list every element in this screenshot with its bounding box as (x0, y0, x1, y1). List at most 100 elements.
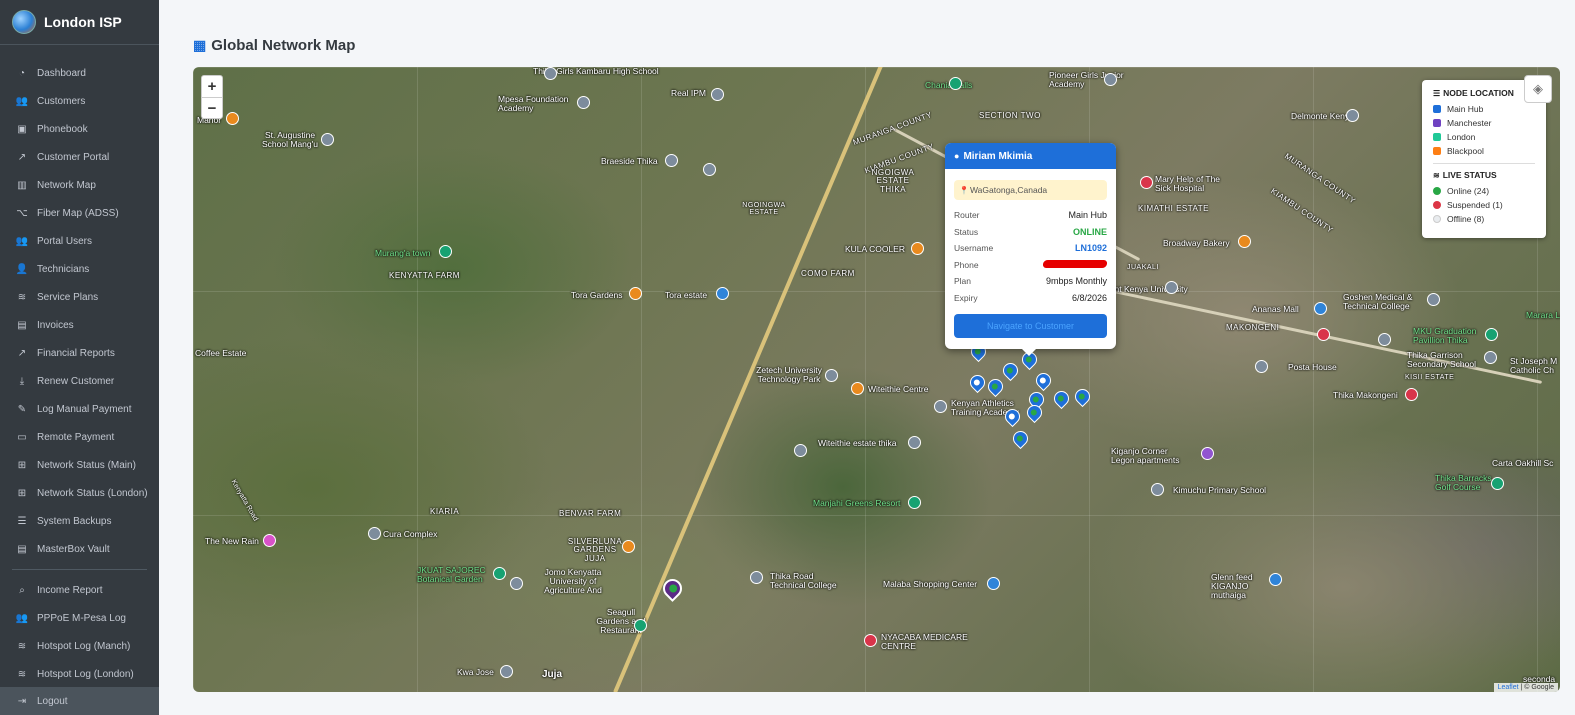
popup-row-plan: Plan 9mbps Monthly (954, 273, 1107, 290)
popup-row-value[interactable]: LN1092 (1075, 243, 1107, 253)
sidebar-item-fiber-map-adss[interactable]: ⌥ Fiber Map (ADSS) (0, 199, 159, 227)
park-poi-icon[interactable] (908, 496, 921, 509)
popup-row-label: Status (954, 226, 979, 237)
zoom-control: + − (201, 75, 223, 119)
school-poi-icon[interactable] (544, 67, 557, 80)
sidebar-item-financial-reports[interactable]: ↗ Financial Reports (0, 339, 159, 367)
layers-icon[interactable]: ◈ (1524, 75, 1552, 103)
map-label: Thika Garrison Secondary School (1407, 350, 1476, 369)
school-poi-icon[interactable] (1484, 351, 1497, 364)
popup-row-value: 6/8/2026 (1071, 292, 1107, 303)
hospital-poi-icon[interactable] (1405, 388, 1418, 401)
map-legend: ☰ NODE LOCATION Main Hub Manchester London… (1422, 80, 1546, 238)
legend-label: Main Hub (1447, 104, 1484, 114)
poi-marker-icon[interactable] (711, 88, 724, 101)
map-label: KISII ESTATE (1405, 374, 1455, 381)
sidebar-item-invoices[interactable]: ▤ Invoices (0, 311, 159, 339)
poi-marker-icon[interactable] (1255, 360, 1268, 373)
school-poi-icon[interactable] (1151, 483, 1164, 496)
attribution-text: | © Google (1520, 684, 1554, 691)
school-poi-icon[interactable] (321, 133, 334, 146)
chart-line-icon: ↗ (17, 347, 27, 359)
poi-marker-icon[interactable] (1427, 293, 1440, 306)
legend-item: Manchester (1433, 116, 1546, 130)
school-poi-icon[interactable] (703, 163, 716, 176)
school-poi-icon[interactable] (510, 577, 523, 590)
shop-poi-icon[interactable] (1314, 302, 1327, 315)
poi-marker-icon[interactable] (500, 665, 513, 678)
map-label: Posta House (1288, 362, 1337, 372)
sidebar-item-network-status-main[interactable]: ⊞ Network Status (Main) (0, 451, 159, 479)
sidebar-item-service-plans[interactable]: ≋ Service Plans (0, 283, 159, 311)
school-poi-icon[interactable] (1104, 73, 1117, 86)
restaurant-poi-icon[interactable] (226, 112, 239, 125)
school-poi-icon[interactable] (825, 369, 838, 382)
sidebar-item-label: Fiber Map (ADSS) (37, 207, 119, 219)
school-poi-icon[interactable] (665, 154, 678, 167)
restaurant-poi-icon[interactable] (634, 619, 647, 632)
sidebar-item-hotspot-log-manch[interactable]: ≋ Hotspot Log (Manch) (0, 632, 159, 660)
sidebar-item-hotspot-log-london[interactable]: ≋ Hotspot Log (London) (0, 660, 159, 688)
poi-marker-icon[interactable] (934, 400, 947, 413)
sidebar-item-label: Log Manual Payment (37, 403, 132, 415)
restaurant-poi-icon[interactable] (851, 382, 864, 395)
map-label: JKUAT SAJOREC Botanical Garden (417, 565, 486, 584)
sidebar-item-network-status-london[interactable]: ⊞ Network Status (London) (0, 479, 159, 507)
poi-marker-icon[interactable] (368, 527, 381, 540)
brand[interactable]: London ISP (0, 0, 159, 45)
sidebar-item-log-manual-payment[interactable]: ✎ Log Manual Payment (0, 395, 159, 423)
sidebar-item-pppoe-m-pesa-log[interactable]: 👥 PPPoE M-Pesa Log (0, 604, 159, 632)
restaurant-poi-icon[interactable] (911, 242, 924, 255)
poi-marker-icon[interactable] (577, 96, 590, 109)
zoom-in-button[interactable]: + (202, 76, 222, 97)
zoom-out-button[interactable]: − (202, 97, 222, 118)
search-icon: ⌕ (19, 584, 25, 596)
hospital-poi-icon[interactable] (1140, 176, 1153, 189)
sidebar-item-masterbox-vault[interactable]: ▤ MasterBox Vault (0, 535, 159, 563)
sidebar-item-phonebook[interactable]: ▣ Phonebook (0, 115, 159, 143)
restaurant-poi-icon[interactable] (1238, 235, 1251, 248)
sidebar-item-technicians[interactable]: 👤 Technicians (0, 255, 159, 283)
restaurant-poi-icon[interactable] (622, 540, 635, 553)
park-poi-icon[interactable] (1485, 328, 1498, 341)
shop-poi-icon[interactable] (263, 534, 276, 547)
shop-poi-icon[interactable] (987, 577, 1000, 590)
sidebar-item-customer-portal[interactable]: ↗ Customer Portal (0, 143, 159, 171)
sidebar-item-label: Dashboard (37, 67, 86, 79)
sidebar-item-network-map[interactable]: ▥ Network Map (0, 171, 159, 199)
school-poi-icon[interactable] (794, 444, 807, 457)
shop-poi-icon[interactable] (716, 287, 729, 300)
hospital-poi-icon[interactable] (1317, 328, 1330, 341)
restaurant-poi-icon[interactable] (629, 287, 642, 300)
sidebar-item-remote-payment[interactable]: ▭ Remote Payment (0, 423, 159, 451)
leaflet-link[interactable]: Leaflet (1498, 684, 1519, 691)
shop-poi-icon[interactable] (1269, 573, 1282, 586)
users-icon: 👥 (15, 95, 29, 107)
network-map[interactable]: Thika Girls Kambaru High School Mpesa Fo… (193, 67, 1560, 692)
sidebar-item-portal-users[interactable]: 👥 Portal Users (0, 227, 159, 255)
sidebar-item-dashboard[interactable]: ◔ Dashboard (0, 59, 159, 87)
map-label: The New Rain (205, 536, 259, 546)
legend-status-title: LIVE STATUS (1442, 170, 1497, 180)
park-poi-icon[interactable] (1491, 477, 1504, 490)
navigate-button[interactable]: Navigate to Customer (954, 314, 1107, 338)
sidebar-item-logout[interactable]: ⇥ Logout (0, 687, 159, 715)
sidebar-item-customers[interactable]: 👥 Customers (0, 87, 159, 115)
poi-marker-icon[interactable] (908, 436, 921, 449)
sidebar-item-income-report[interactable]: ⌕ Income Report (0, 576, 159, 604)
map-label: NGOINGWA ESTATE (742, 202, 786, 217)
school-poi-icon[interactable] (1165, 281, 1178, 294)
sidebar-item-system-backups[interactable]: ☰ System Backups (0, 507, 159, 535)
park-poi-icon[interactable] (439, 245, 452, 258)
school-poi-icon[interactable] (1378, 333, 1391, 346)
hospital-poi-icon[interactable] (864, 634, 877, 647)
popup-row-label: Plan (954, 276, 972, 287)
sidebar-item-renew-customer[interactable]: ⤓ Renew Customer (0, 367, 159, 395)
apartment-poi-icon[interactable] (1201, 447, 1214, 460)
park-poi-icon[interactable] (493, 567, 506, 580)
poi-marker-icon[interactable] (1346, 109, 1359, 122)
map-label: Carta Oakhill Sc (1492, 458, 1554, 468)
user-icon: ● (954, 151, 960, 161)
park-poi-icon[interactable] (949, 77, 962, 90)
school-poi-icon[interactable] (750, 571, 763, 584)
